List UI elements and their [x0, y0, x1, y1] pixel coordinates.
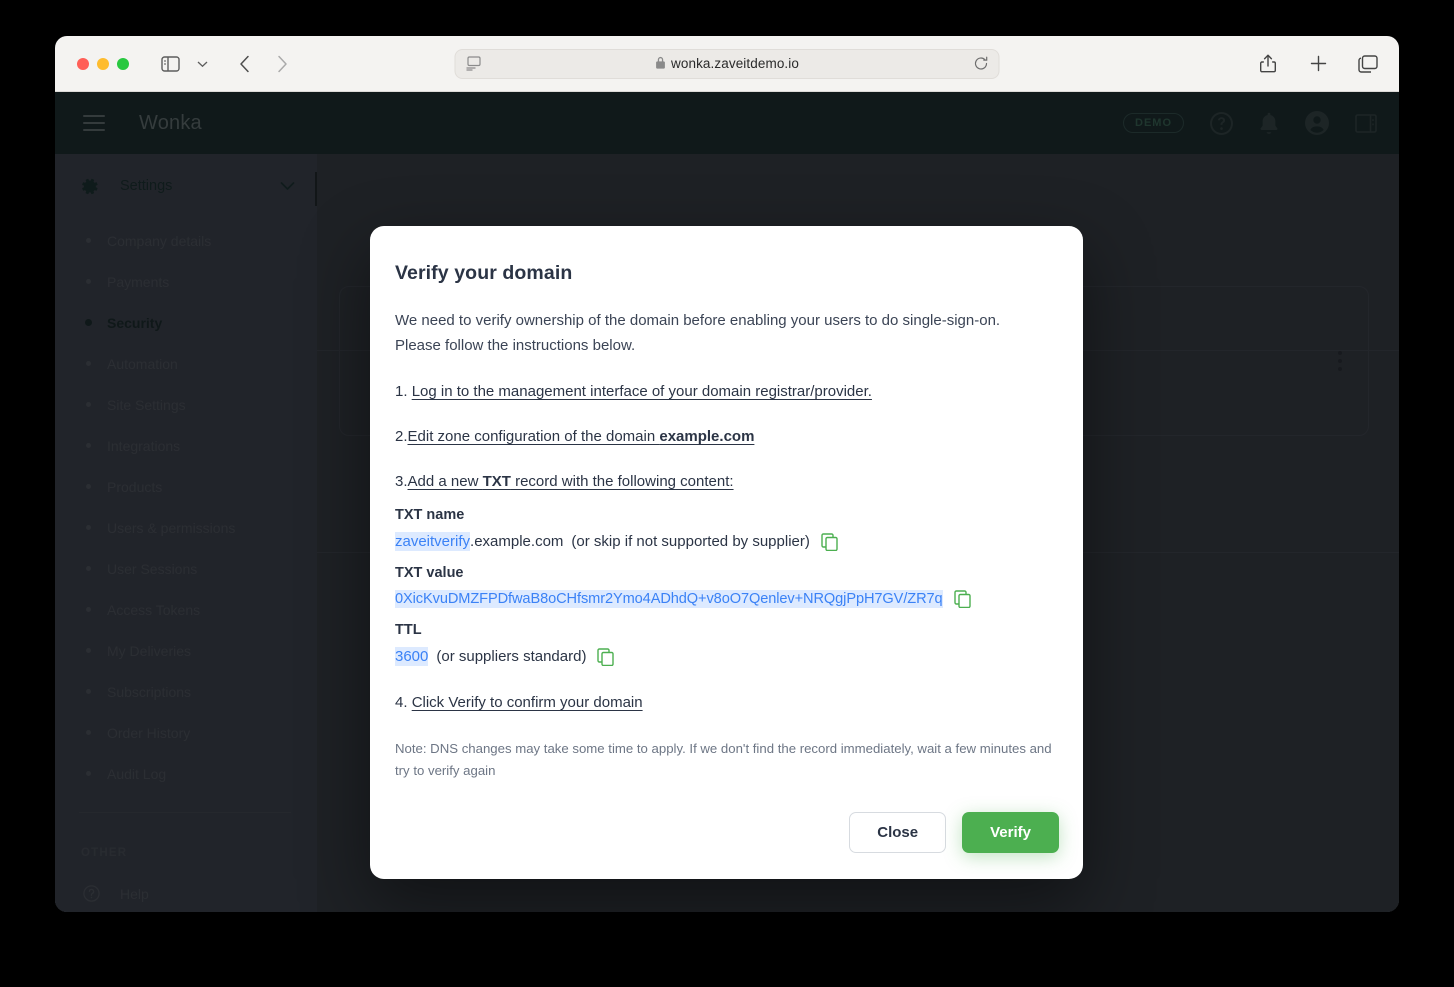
close-window-button[interactable]: [77, 57, 89, 70]
sidebar-toggle-group: [155, 49, 217, 79]
txt-name-suffix: .example.com: [470, 533, 564, 550]
plus-icon[interactable]: [1303, 49, 1333, 79]
txt-value-label: TXT value: [395, 565, 464, 581]
step-2-text: Edit zone configuration of the domain: [407, 428, 660, 445]
close-button[interactable]: Close: [849, 812, 947, 853]
step-4-text: Click Verify to confirm your domain: [411, 694, 643, 711]
lock-icon: [655, 56, 665, 72]
modal-overlay[interactable]: Verify your domain We need to verify own…: [55, 92, 1399, 912]
ttl-label: TTL: [395, 622, 422, 638]
verify-button[interactable]: Verify: [962, 812, 1059, 853]
copy-icon[interactable]: [597, 647, 615, 666]
step-3-number: 3.: [395, 473, 408, 490]
sidebar-toggle-icon[interactable]: [155, 49, 185, 79]
share-icon[interactable]: [1253, 49, 1283, 79]
reload-icon[interactable]: [974, 56, 989, 71]
step-1: 1. Log in to the management interface of…: [395, 381, 1061, 403]
step-4-number: 4.: [395, 694, 408, 711]
verify-domain-modal: Verify your domain We need to verify own…: [370, 226, 1083, 879]
forward-chevron-icon[interactable]: [267, 49, 297, 79]
step-3-text-b: record with the following content:: [510, 473, 734, 490]
txt-name-row: zaveitverify .example.com (or skip if not…: [395, 532, 1061, 551]
step-3-record-type: TXT: [482, 473, 511, 490]
traffic-lights: [77, 57, 129, 70]
browser-toolbar: wonka.zaveitdemo.io: [55, 36, 1399, 92]
txt-name-value: zaveitverify: [395, 532, 471, 551]
browser-window: wonka.zaveitdemo.io Verify your domain W…: [55, 36, 1399, 912]
address-bar[interactable]: wonka.zaveitdemo.io: [454, 48, 1000, 79]
navigation-arrows: [229, 49, 297, 79]
tab-overview-icon[interactable]: [1353, 49, 1383, 79]
step-2: 2.Edit zone configuration of the domain …: [395, 426, 1061, 448]
modal-actions: Close Verify: [395, 812, 1061, 853]
back-chevron-icon[interactable]: [229, 49, 259, 79]
modal-note: Note: DNS changes may take some time to …: [395, 741, 1052, 778]
reader-view-icon[interactable]: [466, 56, 482, 71]
url-text-group: wonka.zaveitdemo.io: [655, 56, 799, 72]
step-3: 3.Add a new TXT record with the followin…: [395, 471, 1061, 493]
address-bar-container: wonka.zaveitdemo.io: [454, 48, 1000, 79]
chevron-down-icon[interactable]: [187, 49, 217, 79]
step-1-text: Log in to the management interface of yo…: [411, 383, 872, 400]
step-2-domain: example.com: [659, 428, 755, 445]
step-1-number: 1.: [395, 383, 408, 400]
step-4: 4. Click Verify to confirm your domain: [395, 692, 1061, 714]
minimize-window-button[interactable]: [97, 57, 109, 70]
modal-title: Verify your domain: [395, 262, 573, 284]
ttl-value: 3600: [395, 647, 429, 666]
txt-name-note: (or skip if not supported by supplier): [571, 533, 810, 550]
txt-name-label: TXT name: [395, 507, 465, 523]
txt-value: 0XicKvuDMZFPDfwaB8oCHfsmr2Ymo4ADhdQ+v8oO…: [395, 590, 943, 608]
step-3-text-a: Add a new: [407, 473, 483, 490]
step-2-number: 2.: [395, 428, 408, 445]
zoom-window-button[interactable]: [117, 57, 129, 70]
ttl-row: 3600 (or suppliers standard): [395, 647, 1061, 666]
ttl-note: (or suppliers standard): [436, 648, 587, 665]
application: Wonka DEMO: [55, 92, 1399, 912]
url-label: wonka.zaveitdemo.io: [671, 56, 799, 71]
browser-toolbar-actions: [1253, 49, 1383, 79]
modal-intro-text: We need to verify ownership of the domai…: [395, 312, 1001, 354]
copy-icon[interactable]: [953, 590, 971, 608]
txt-value-row: 0XicKvuDMZFPDfwaB8oCHfsmr2Ymo4ADhdQ+v8oO…: [395, 590, 1061, 608]
copy-icon[interactable]: [821, 532, 838, 551]
